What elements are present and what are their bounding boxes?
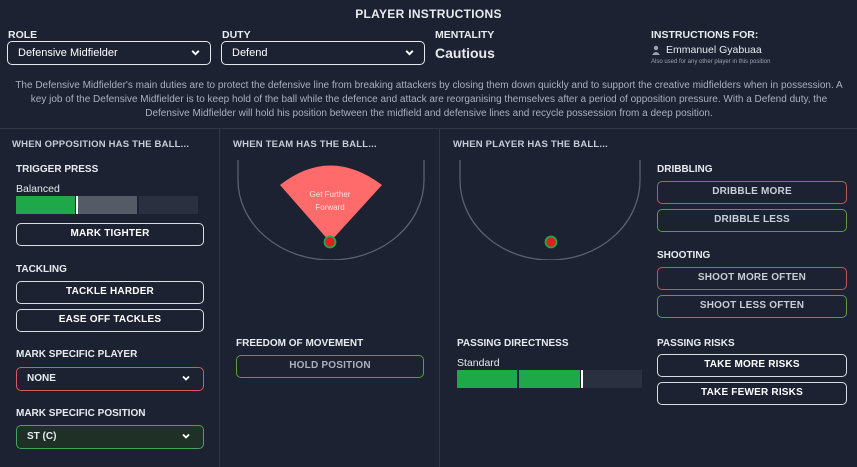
divider [0,128,857,129]
dribble-less-button[interactable]: DRIBBLE LESS [657,209,847,232]
mark-specific-player-dropdown[interactable]: NONE [16,367,204,391]
mentality-label: MENTALITY [435,29,495,41]
team-section-header: WHEN TEAM HAS THE BALL... [233,139,377,150]
player-section-header: WHEN PLAYER HAS THE BALL... [453,139,608,150]
shoot-less-often-button[interactable]: SHOOT LESS OFTEN [657,295,847,318]
mark-position-value: ST (C) [27,431,57,442]
player-name[interactable]: Emmanuel Gyabuaa [651,44,762,56]
ease-off-tackles-button[interactable]: EASE OFF TACKLES [16,309,204,332]
take-fewer-risks-button[interactable]: TAKE FEWER RISKS [657,382,847,405]
divider [219,129,220,467]
hold-position-button[interactable]: HOLD POSITION [236,355,424,378]
mark-specific-player-label: MARK SPECIFIC PLAYER [16,349,138,360]
passing-directness-label: PASSING DIRECTNESS [457,338,569,349]
slider-segment [16,196,76,214]
role-dropdown[interactable]: Defensive Midfielder [7,41,211,65]
mark-specific-position-label: MARK SPECIFIC POSITION [16,408,146,419]
shooting-label: SHOOTING [657,250,711,261]
mentality-value: Cautious [435,45,495,61]
slider-segment [581,370,642,388]
chevron-down-icon [405,50,414,56]
zone-label: Forward [315,203,344,212]
role-description: The Defensive Midfielder's main duties a… [15,80,843,119]
page-title: PLAYER INSTRUCTIONS [355,7,502,21]
role-value: Defensive Midfielder [18,47,118,59]
passing-risks-label: PASSING RISKS [657,338,735,349]
chevron-down-icon [182,375,190,381]
mark-tighter-button[interactable]: MARK TIGHTER [16,223,204,246]
player-pitch [459,160,641,260]
player-dot [544,235,558,249]
slider-segment [138,196,198,214]
take-more-risks-button[interactable]: TAKE MORE RISKS [657,354,847,377]
duty-label: DUTY [222,29,251,41]
mark-specific-position-dropdown[interactable]: ST (C) [16,425,204,449]
divider [439,129,440,467]
role-label: ROLE [8,29,38,41]
slider-segment [77,196,137,214]
chevron-down-icon [182,433,190,439]
player-name-text: Emmanuel Gyabuaa [666,44,762,56]
tackling-label: TACKLING [16,264,67,275]
chevron-down-icon [191,50,200,56]
trigger-press-slider[interactable] [16,196,200,214]
mark-player-value: NONE [27,373,56,384]
slider-marker[interactable] [76,196,78,214]
person-icon [652,45,660,55]
trigger-press-label: TRIGGER PRESS [16,164,99,175]
duty-dropdown[interactable]: Defend [221,41,425,65]
freedom-of-movement-label: FREEDOM OF MOVEMENT [236,338,364,349]
opposition-section-header: WHEN OPPOSITION HAS THE BALL... [12,139,190,150]
slider-marker[interactable] [581,370,583,388]
shoot-more-often-button[interactable]: SHOOT MORE OFTEN [657,267,847,290]
trigger-press-value: Balanced [16,183,60,195]
passing-directness-value: Standard [457,357,500,369]
player-dot [323,235,337,249]
position-pitch[interactable]: Get Further Forward [233,160,429,260]
duty-value: Defend [232,47,268,59]
passing-directness-slider[interactable] [457,370,644,388]
slider-segment [519,370,580,388]
dribbling-label: DRIBBLING [657,164,713,175]
tackle-harder-button[interactable]: TACKLE HARDER [16,281,204,304]
instructions-for-label: INSTRUCTIONS FOR: [651,29,759,41]
player-note: Also used for any other player in this p… [651,59,771,65]
slider-segment [457,370,518,388]
zone-label: Get Further [310,190,351,199]
dribble-more-button[interactable]: DRIBBLE MORE [657,181,847,204]
